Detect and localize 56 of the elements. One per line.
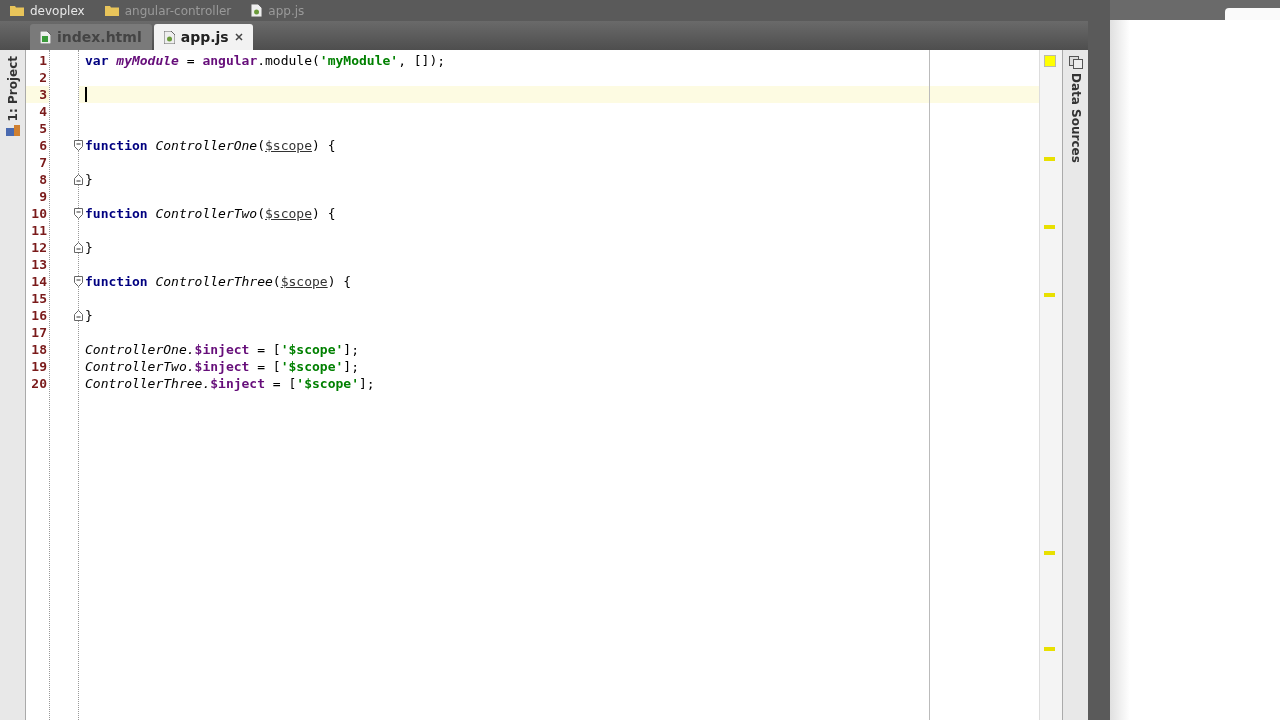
code-line: ControllerTwo.$inject = ['$scope']; (84, 358, 359, 375)
fold-icon[interactable] (74, 140, 83, 151)
folder-icon (10, 5, 24, 16)
database-icon (1068, 56, 1083, 69)
line-number: 5 (38, 120, 48, 137)
file-icon (163, 30, 175, 44)
file-icon (40, 30, 51, 44)
project-tool-tab[interactable]: 1: Project (5, 56, 20, 122)
code-line: } (84, 239, 93, 256)
warning-indicator-icon (1044, 55, 1056, 67)
file-icon (251, 4, 263, 17)
fold-icon[interactable] (74, 310, 83, 321)
editor-tab[interactable]: app.js (153, 24, 253, 50)
fold-icon[interactable] (74, 174, 83, 185)
fold-icon[interactable] (74, 242, 83, 253)
line-number: 8 (38, 171, 48, 188)
line-number: 1 (38, 52, 48, 69)
fold-icon[interactable] (74, 208, 83, 219)
warning-marker-icon[interactable] (1044, 225, 1055, 229)
data-sources-tool-tab[interactable]: Data Sources (1068, 73, 1083, 163)
line-number: 6 (38, 137, 48, 154)
line-number: 12 (30, 239, 48, 256)
line-number: 17 (30, 324, 48, 341)
line-number: 19 (30, 358, 48, 375)
line-number: 16 (30, 307, 48, 324)
line-number: 13 (30, 256, 48, 273)
code-line: function ControllerOne($scope) { (84, 137, 336, 154)
warning-marker-icon[interactable] (1044, 293, 1055, 297)
code-line: ControllerOne.$inject = ['$scope']; (84, 341, 359, 358)
line-number: 2 (38, 69, 48, 86)
line-number: 11 (30, 222, 48, 239)
line-number: 7 (38, 154, 48, 171)
line-number: 15 (30, 290, 48, 307)
line-number: 9 (38, 188, 48, 205)
line-number: 18 (30, 341, 48, 358)
folder-icon (104, 5, 119, 16)
address-field[interactable] (1225, 8, 1280, 20)
code-line: } (84, 171, 93, 188)
fold-icon[interactable] (74, 276, 83, 287)
warning-marker-icon[interactable] (1044, 551, 1055, 555)
line-number: 20 (30, 375, 48, 392)
code-line: function ControllerTwo($scope) { (84, 205, 336, 222)
line-number: 10 (30, 205, 48, 222)
line-number: 4 (38, 103, 48, 120)
code-line: } (84, 307, 93, 324)
line-number: 14 (30, 273, 48, 290)
warning-marker-icon[interactable] (1044, 647, 1055, 651)
structure-icon[interactable] (5, 125, 20, 138)
warning-marker-icon[interactable] (1044, 157, 1055, 161)
breadcrumb[interactable]: devoplex (10, 3, 101, 18)
close-icon[interactable] (234, 33, 243, 41)
code-line: var myModule = angular.module('myModule', []); (84, 52, 446, 69)
text-caret (85, 87, 87, 102)
code-line: function ControllerThree($scope) { (84, 273, 352, 290)
code-line: ControllerThree.$inject = ['$scope']; (84, 375, 375, 392)
line-number: 3 (26, 86, 49, 103)
